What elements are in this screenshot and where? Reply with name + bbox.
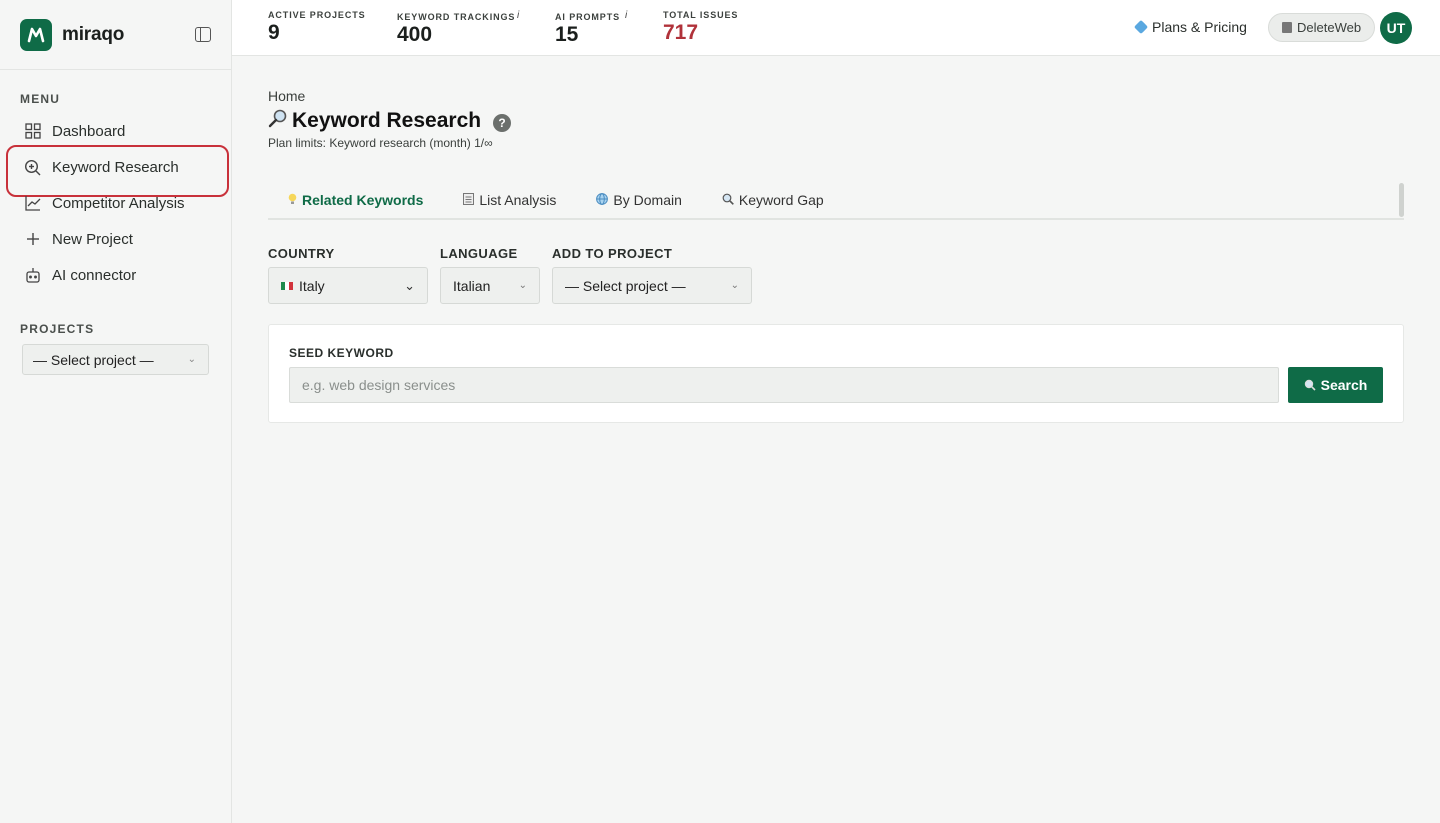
chevron-down-icon: ⌄: [730, 280, 739, 291]
plus-icon: [24, 231, 41, 248]
sidebar-project-select[interactable]: — Select project — ⌄: [22, 344, 209, 375]
chevron-down-icon: ⌄: [518, 280, 527, 291]
tab-bar: Related Keywords List Analysis By Domain…: [268, 182, 1404, 220]
sidebar-item-label: Keyword Research: [52, 158, 179, 176]
menu-label: MENU: [20, 92, 61, 106]
tab-label: Related Keywords: [302, 192, 424, 208]
stat-total-issues: TOTAL ISSUES 717: [663, 10, 738, 45]
brand-name: miraqo: [62, 23, 125, 45]
info-icon[interactable]: i: [517, 10, 519, 21]
sidebar-item-competitor-analysis[interactable]: Competitor Analysis: [0, 185, 231, 221]
bulb-icon: [288, 193, 297, 208]
sidebar: miraqo MENU Dashboard Keyword Research C…: [0, 0, 232, 823]
page-title: Keyword Research ?: [268, 108, 512, 134]
info-icon[interactable]: i: [625, 10, 627, 21]
stat-value: 717: [663, 21, 699, 44]
plans-pricing-link[interactable]: Plans & Pricing: [1133, 19, 1247, 35]
avatar[interactable]: UT: [1380, 12, 1412, 44]
sidebar-menu: Dashboard Keyword Research Competitor An…: [0, 113, 231, 293]
stat-value: 400: [397, 23, 433, 46]
projects-label: PROJECTS: [20, 322, 95, 336]
sidebar-project-select-value: — Select project —: [33, 351, 154, 368]
search-zoom-icon: [24, 159, 41, 176]
plan-limits: Plan limits: Keyword research (month) 1/…: [268, 136, 493, 150]
sidebar-item-ai-connector[interactable]: AI connector: [0, 257, 231, 293]
magnifier-icon: [1304, 379, 1316, 391]
sidebar-item-label: Dashboard: [52, 122, 126, 140]
seed-keyword-label: SEED KEYWORD: [289, 346, 394, 360]
stat-label: ACTIVE PROJECTS: [268, 10, 366, 20]
stat-label: AI PROMPTS: [555, 12, 621, 22]
seed-keyword-input[interactable]: [289, 367, 1279, 403]
gem-icon: [1133, 19, 1149, 35]
grid-icon: [24, 123, 41, 140]
chart-line-icon: [24, 195, 41, 212]
stat-ai-prompts: AI PROMPTS 15 i: [555, 10, 627, 47]
chevron-down-icon: ⌄: [404, 277, 415, 293]
main-content: Home Keyword Research ? Plan limits: Key…: [232, 56, 1440, 823]
help-icon[interactable]: ?: [493, 113, 512, 132]
sidebar-toggle-icon[interactable]: [195, 27, 211, 42]
breadcrumb[interactable]: Home: [268, 88, 305, 104]
stat-keyword-trackings: KEYWORD TRACKINGS 400 i: [397, 10, 519, 47]
italy-flag-icon: [281, 281, 293, 290]
search-button[interactable]: Search: [1288, 367, 1383, 403]
search-button-label: Search: [1320, 377, 1368, 393]
tab-label: By Domain: [613, 192, 682, 208]
tab-keyword-gap[interactable]: Keyword Gap: [722, 182, 824, 218]
country-label: COUNTRY: [268, 246, 335, 261]
stat-label: KEYWORD TRACKINGS: [397, 12, 516, 22]
sidebar-item-keyword-research[interactable]: Keyword Research: [0, 145, 231, 197]
sidebar-item-dashboard[interactable]: Dashboard: [0, 113, 231, 149]
workspace-button[interactable]: DeleteWeb: [1268, 13, 1376, 42]
logo-icon[interactable]: [20, 18, 52, 51]
building-icon: [1282, 22, 1292, 33]
page-title-text: Keyword Research: [292, 109, 482, 132]
sidebar-item-label: AI connector: [52, 266, 137, 284]
tabs-scrollbar[interactable]: [1399, 183, 1404, 217]
brand: miraqo: [0, 0, 231, 70]
stat-value: 9: [268, 21, 280, 44]
sidebar-item-label: Competitor Analysis: [52, 194, 185, 212]
stat-label: TOTAL ISSUES: [663, 10, 739, 20]
robot-icon: [24, 267, 41, 284]
add-to-project-value: — Select project —: [565, 277, 686, 294]
stat-value: 15: [555, 23, 579, 46]
seed-keyword-card: SEED KEYWORD Search: [268, 324, 1404, 423]
sidebar-item-new-project[interactable]: New Project: [0, 221, 231, 257]
tab-by-domain[interactable]: By Domain: [596, 182, 682, 218]
top-bar: ACTIVE PROJECTS 9 KEYWORD TRACKINGS 400 …: [232, 0, 1440, 56]
chevron-down-icon: ⌄: [187, 354, 196, 365]
add-to-project-label: ADD TO PROJECT: [552, 246, 673, 261]
language-select-value: Italian: [453, 277, 491, 294]
tab-related-keywords[interactable]: Related Keywords: [288, 182, 423, 218]
sidebar-item-label: New Project: [52, 230, 133, 248]
tab-label: Keyword Gap: [738, 192, 824, 208]
magnifier-icon: [268, 108, 288, 134]
clipboard-icon: [463, 192, 475, 208]
language-label: LANGUAGE: [440, 246, 518, 261]
workspace-label: DeleteWeb: [1297, 20, 1362, 35]
country-select-value: Italy: [299, 277, 325, 294]
tab-list-analysis[interactable]: List Analysis: [463, 182, 556, 218]
add-to-project-select[interactable]: — Select project — ⌄: [552, 267, 752, 304]
plans-pricing-label: Plans & Pricing: [1152, 19, 1247, 35]
language-select[interactable]: Italian ⌄: [440, 267, 540, 304]
country-select[interactable]: Italy ⌄: [268, 267, 428, 304]
magnifier-icon: [722, 193, 734, 208]
globe-icon: [596, 192, 609, 208]
stat-active-projects: ACTIVE PROJECTS 9: [268, 10, 366, 45]
tab-label: List Analysis: [479, 192, 557, 208]
